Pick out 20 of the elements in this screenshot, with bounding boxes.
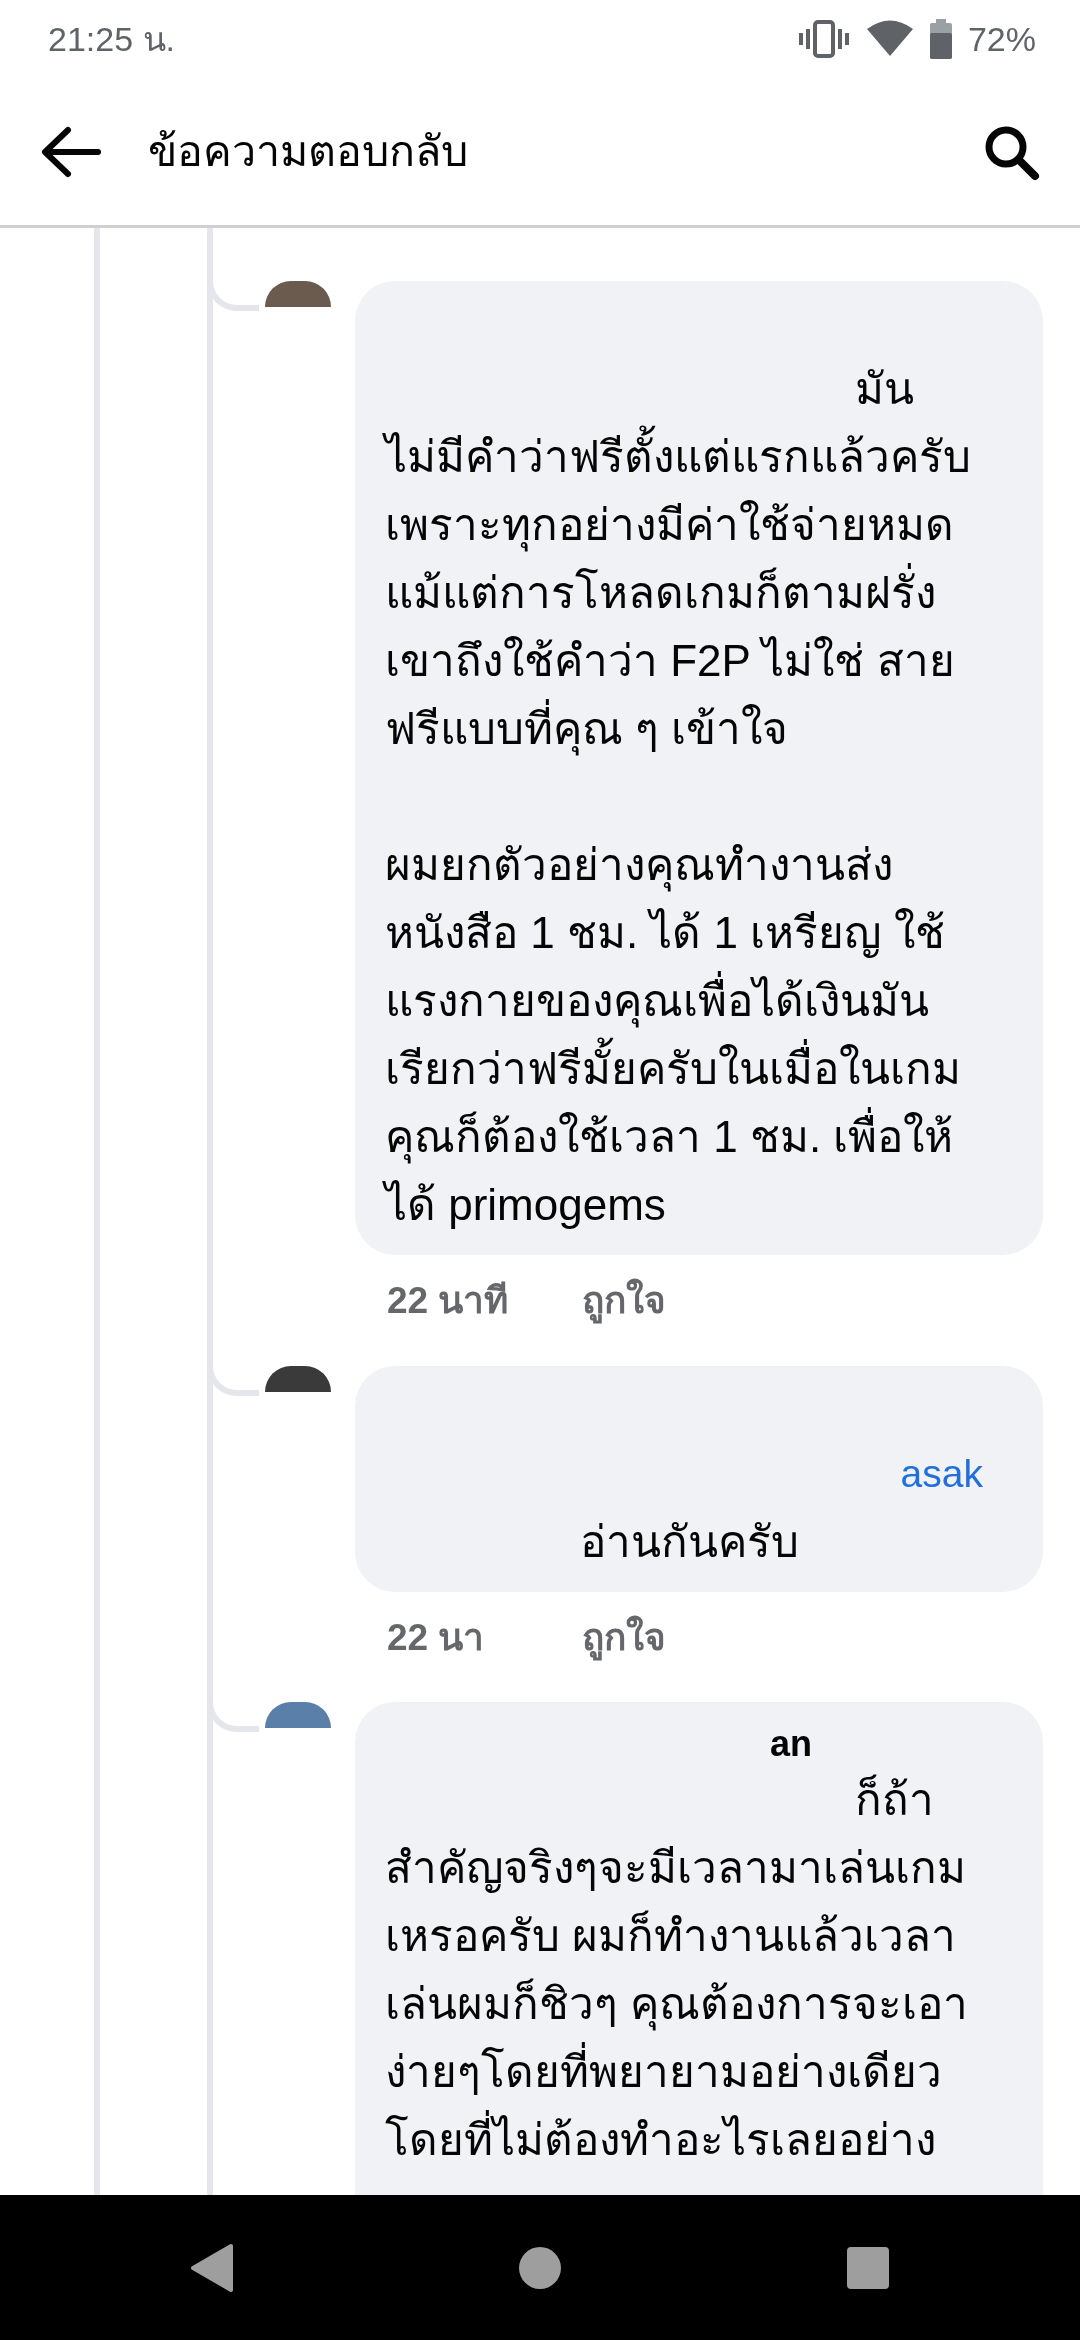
status-time: 21:25 น.: [48, 18, 175, 60]
avatar[interactable]: [265, 1365, 331, 1392]
recents-nav-icon[interactable]: [845, 2244, 891, 2291]
mention-link[interactable]: asak: [385, 1439, 1013, 1508]
like-link[interactable]: ถูกใจ: [582, 1609, 666, 1665]
back-nav-icon[interactable]: [189, 2242, 235, 2293]
avatar[interactable]: [265, 281, 331, 307]
wifi-icon: [865, 20, 914, 58]
comment-time: 22 นา: [387, 1615, 486, 1660]
battery-icon: [929, 19, 952, 59]
comment-text: อ่านกันครับ: [579, 1515, 800, 1568]
like-link[interactable]: ถูกใจ: [582, 1273, 666, 1329]
back-arrow-icon[interactable]: [40, 125, 102, 178]
vibrate-icon: [797, 19, 850, 59]
author-name[interactable]: an: [385, 1722, 1013, 1766]
comment-text: ก็ถ้า สำคัญจริงๆจะมีเวลามาเล่นเกม เหรอครับ ผมก็ทำงานแล้วเวลา เล่นผมก็ชิวๆ คุณต้องการจะเอา ง่ายๆโดยที่พยายามอย่างเดียว โดยที่ไม่ต้องทำอะไรเลยอย่าง: [385, 1773, 970, 2166]
battery-percent: 72%: [967, 18, 1036, 60]
comment-time: 22 นาที: [387, 1279, 510, 1323]
home-nav-icon[interactable]: [517, 2244, 563, 2291]
page-title: ข้อความตอบกลับ: [148, 126, 468, 178]
